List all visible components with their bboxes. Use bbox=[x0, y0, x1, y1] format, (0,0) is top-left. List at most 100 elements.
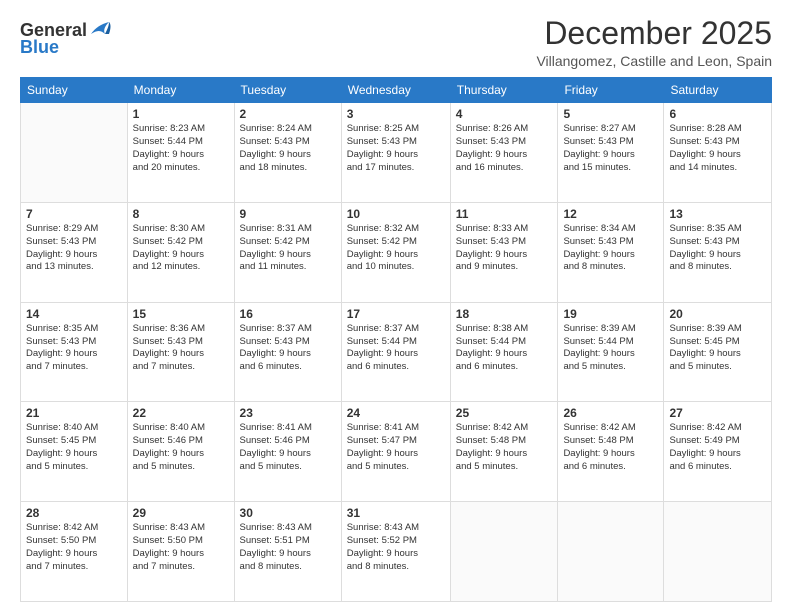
day-number: 5 bbox=[563, 107, 658, 121]
day-number: 20 bbox=[669, 307, 766, 321]
calendar-header-friday: Friday bbox=[558, 78, 664, 103]
day-info: Sunrise: 8:37 AMSunset: 5:43 PMDaylight:… bbox=[240, 323, 336, 374]
day-info: Sunrise: 8:42 AMSunset: 5:49 PMDaylight:… bbox=[669, 422, 766, 473]
day-number: 3 bbox=[347, 107, 445, 121]
day-info: Sunrise: 8:40 AMSunset: 5:45 PMDaylight:… bbox=[26, 422, 122, 473]
page: General Blue December 2025 Villangomez, … bbox=[0, 0, 792, 612]
calendar-cell bbox=[450, 502, 558, 602]
day-number: 13 bbox=[669, 207, 766, 221]
day-info: Sunrise: 8:43 AMSunset: 5:51 PMDaylight:… bbox=[240, 522, 336, 573]
day-info: Sunrise: 8:30 AMSunset: 5:42 PMDaylight:… bbox=[133, 223, 229, 274]
calendar-cell: 31 Sunrise: 8:43 AMSunset: 5:52 PMDayligh… bbox=[341, 502, 450, 602]
calendar-cell: 15Sunrise: 8:36 AMSunset: 5:43 PMDayligh… bbox=[127, 302, 234, 402]
day-number: 12 bbox=[563, 207, 658, 221]
calendar-week-2: 7Sunrise: 8:29 AMSunset: 5:43 PMDaylight… bbox=[21, 202, 772, 302]
day-number: 19 bbox=[563, 307, 658, 321]
day-number: 10 bbox=[347, 207, 445, 221]
day-info: Sunrise: 8:33 AMSunset: 5:43 PMDaylight:… bbox=[456, 223, 553, 274]
day-number: 9 bbox=[240, 207, 336, 221]
calendar-header-monday: Monday bbox=[127, 78, 234, 103]
calendar-cell: 17 Sunrise: 8:37 AMSunset: 5:44 PMDayligh… bbox=[341, 302, 450, 402]
logo: General Blue bbox=[20, 20, 111, 58]
title-section: December 2025 Villangomez, Castille and … bbox=[536, 16, 772, 69]
calendar-header-thursday: Thursday bbox=[450, 78, 558, 103]
day-number: 18 bbox=[456, 307, 553, 321]
calendar-cell: 23Sunrise: 8:41 AMSunset: 5:46 PMDayligh… bbox=[234, 402, 341, 502]
calendar-week-3: 14Sunrise: 8:35 AMSunset: 5:43 PMDayligh… bbox=[21, 302, 772, 402]
day-info: Sunrise: 8:38 AMSunset: 5:44 PMDaylight:… bbox=[456, 323, 553, 374]
calendar-week-4: 21 Sunrise: 8:40 AMSunset: 5:45 PMDayligh… bbox=[21, 402, 772, 502]
calendar-week-5: 28 Sunrise: 8:42 AMSunset: 5:50 PMDayligh… bbox=[21, 502, 772, 602]
calendar-header-sunday: Sunday bbox=[21, 78, 128, 103]
day-info: Sunrise: 8:41 AMSunset: 5:47 PMDaylight:… bbox=[347, 422, 445, 473]
calendar-cell: 30 Sunrise: 8:43 AMSunset: 5:51 PMDayligh… bbox=[234, 502, 341, 602]
calendar-cell: 7Sunrise: 8:29 AMSunset: 5:43 PMDaylight… bbox=[21, 202, 128, 302]
day-number: 31 bbox=[347, 506, 445, 520]
day-number: 24 bbox=[347, 406, 445, 420]
day-info: Sunrise: 8:39 AMSunset: 5:44 PMDaylight:… bbox=[563, 323, 658, 374]
day-number: 4 bbox=[456, 107, 553, 121]
day-info: Sunrise: 8:42 AMSunset: 5:50 PMDaylight:… bbox=[26, 522, 122, 573]
day-number: 6 bbox=[669, 107, 766, 121]
calendar-cell bbox=[21, 103, 128, 203]
day-info: Sunrise: 8:35 AMSunset: 5:43 PMDaylight:… bbox=[669, 223, 766, 274]
day-info: Sunrise: 8:35 AMSunset: 5:43 PMDaylight:… bbox=[26, 323, 122, 374]
calendar-cell bbox=[664, 502, 772, 602]
calendar-cell: 10 Sunrise: 8:32 AMSunset: 5:42 PMDayligh… bbox=[341, 202, 450, 302]
main-title: December 2025 bbox=[536, 16, 772, 51]
calendar-cell: 18 Sunrise: 8:38 AMSunset: 5:44 PMDayligh… bbox=[450, 302, 558, 402]
day-number: 15 bbox=[133, 307, 229, 321]
day-number: 11 bbox=[456, 207, 553, 221]
calendar-cell bbox=[558, 502, 664, 602]
calendar-cell: 20 Sunrise: 8:39 AMSunset: 5:45 PMDayligh… bbox=[664, 302, 772, 402]
calendar-cell: 13 Sunrise: 8:35 AMSunset: 5:43 PMDayligh… bbox=[664, 202, 772, 302]
day-number: 17 bbox=[347, 307, 445, 321]
day-info: Sunrise: 8:32 AMSunset: 5:42 PMDaylight:… bbox=[347, 223, 445, 274]
day-number: 16 bbox=[240, 307, 336, 321]
day-info: Sunrise: 8:25 AMSunset: 5:43 PMDaylight:… bbox=[347, 123, 445, 174]
day-info: Sunrise: 8:31 AMSunset: 5:42 PMDaylight:… bbox=[240, 223, 336, 274]
day-number: 28 bbox=[26, 506, 122, 520]
logo-blue-text: Blue bbox=[20, 37, 59, 58]
day-info: Sunrise: 8:26 AMSunset: 5:43 PMDaylight:… bbox=[456, 123, 553, 174]
calendar-cell: 28 Sunrise: 8:42 AMSunset: 5:50 PMDayligh… bbox=[21, 502, 128, 602]
day-info: Sunrise: 8:28 AMSunset: 5:43 PMDaylight:… bbox=[669, 123, 766, 174]
day-number: 21 bbox=[26, 406, 122, 420]
day-number: 8 bbox=[133, 207, 229, 221]
calendar-header-tuesday: Tuesday bbox=[234, 78, 341, 103]
calendar-cell: 5 Sunrise: 8:27 AMSunset: 5:43 PMDaylight… bbox=[558, 103, 664, 203]
day-number: 1 bbox=[133, 107, 229, 121]
calendar-cell: 26 Sunrise: 8:42 AMSunset: 5:48 PMDayligh… bbox=[558, 402, 664, 502]
day-number: 25 bbox=[456, 406, 553, 420]
calendar-cell: 16 Sunrise: 8:37 AMSunset: 5:43 PMDayligh… bbox=[234, 302, 341, 402]
calendar-cell: 19 Sunrise: 8:39 AMSunset: 5:44 PMDayligh… bbox=[558, 302, 664, 402]
calendar-cell: 29 Sunrise: 8:43 AMSunset: 5:50 PMDayligh… bbox=[127, 502, 234, 602]
day-info: Sunrise: 8:41 AMSunset: 5:46 PMDaylight:… bbox=[240, 422, 336, 473]
calendar-cell: 6 Sunrise: 8:28 AMSunset: 5:43 PMDaylight… bbox=[664, 103, 772, 203]
day-info: Sunrise: 8:27 AMSunset: 5:43 PMDaylight:… bbox=[563, 123, 658, 174]
calendar-cell: 21 Sunrise: 8:40 AMSunset: 5:45 PMDayligh… bbox=[21, 402, 128, 502]
day-number: 30 bbox=[240, 506, 336, 520]
calendar-header-wednesday: Wednesday bbox=[341, 78, 450, 103]
calendar-cell: 27 Sunrise: 8:42 AMSunset: 5:49 PMDayligh… bbox=[664, 402, 772, 502]
day-number: 27 bbox=[669, 406, 766, 420]
header: General Blue December 2025 Villangomez, … bbox=[20, 16, 772, 69]
calendar-cell: 12Sunrise: 8:34 AMSunset: 5:43 PMDayligh… bbox=[558, 202, 664, 302]
calendar-cell: 24 Sunrise: 8:41 AMSunset: 5:47 PMDayligh… bbox=[341, 402, 450, 502]
day-number: 29 bbox=[133, 506, 229, 520]
day-info: Sunrise: 8:43 AMSunset: 5:50 PMDaylight:… bbox=[133, 522, 229, 573]
day-info: Sunrise: 8:42 AMSunset: 5:48 PMDaylight:… bbox=[563, 422, 658, 473]
day-number: 26 bbox=[563, 406, 658, 420]
calendar-week-1: 1Sunrise: 8:23 AMSunset: 5:44 PMDaylight… bbox=[21, 103, 772, 203]
calendar-cell: 22Sunrise: 8:40 AMSunset: 5:46 PMDayligh… bbox=[127, 402, 234, 502]
day-info: Sunrise: 8:37 AMSunset: 5:44 PMDaylight:… bbox=[347, 323, 445, 374]
calendar-cell: 8 Sunrise: 8:30 AMSunset: 5:42 PMDaylight… bbox=[127, 202, 234, 302]
day-info: Sunrise: 8:39 AMSunset: 5:45 PMDaylight:… bbox=[669, 323, 766, 374]
day-info: Sunrise: 8:43 AMSunset: 5:52 PMDaylight:… bbox=[347, 522, 445, 573]
day-number: 7 bbox=[26, 207, 122, 221]
calendar-header-saturday: Saturday bbox=[664, 78, 772, 103]
calendar-table: SundayMondayTuesdayWednesdayThursdayFrid… bbox=[20, 77, 772, 602]
calendar-cell: 1Sunrise: 8:23 AMSunset: 5:44 PMDaylight… bbox=[127, 103, 234, 203]
calendar-cell: 9 Sunrise: 8:31 AMSunset: 5:42 PMDaylight… bbox=[234, 202, 341, 302]
day-info: Sunrise: 8:40 AMSunset: 5:46 PMDaylight:… bbox=[133, 422, 229, 473]
